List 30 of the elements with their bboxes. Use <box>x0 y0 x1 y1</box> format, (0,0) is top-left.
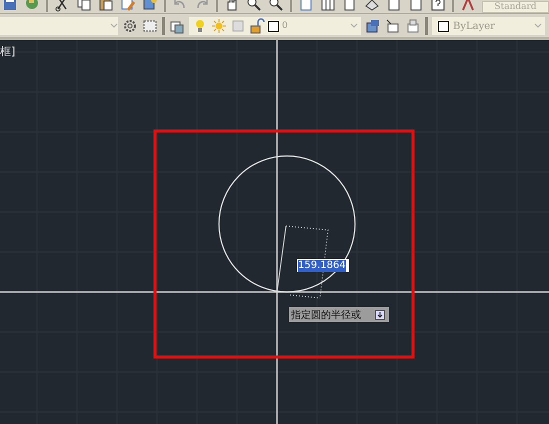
layer-name: 0 <box>282 21 288 31</box>
save-icon[interactable] <box>2 0 18 12</box>
caret-icon <box>110 23 118 29</box>
layer-dropdown[interactable]: 0 <box>189 17 361 35</box>
copy-icon[interactable] <box>76 0 92 12</box>
layer-match-icon[interactable] <box>385 18 401 34</box>
down-arrow-icon[interactable] <box>375 310 385 320</box>
dynamic-input-field[interactable]: 159.1864 <box>297 259 349 272</box>
block-icon[interactable] <box>142 0 158 12</box>
caret-icon <box>350 23 358 29</box>
prompt-text: 指定圆的半径或 <box>291 308 361 322</box>
color-dropdown[interactable]: ByLayer <box>432 17 545 35</box>
settings-icon[interactable] <box>122 18 138 34</box>
viewport-label: 框] <box>0 44 16 59</box>
zoom-icon[interactable] <box>246 0 262 12</box>
brush-icon[interactable] <box>120 0 136 12</box>
properties-icon[interactable] <box>298 0 314 12</box>
help-icon[interactable] <box>430 0 446 12</box>
text-style-dropdown[interactable]: Standard <box>482 0 549 12</box>
layer-current-icon[interactable] <box>365 18 381 34</box>
paste-icon[interactable] <box>98 0 114 12</box>
text-style-icon[interactable] <box>460 0 476 12</box>
sheet-icon[interactable] <box>364 0 380 12</box>
lock-icon[interactable] <box>249 18 265 34</box>
zoom-window-icon[interactable] <box>268 0 284 12</box>
color-label: ByLayer <box>453 20 495 32</box>
caret-icon <box>534 23 542 29</box>
color-swatch <box>268 20 279 32</box>
layer-previous-icon[interactable] <box>405 18 421 34</box>
color-swatch <box>438 20 449 32</box>
